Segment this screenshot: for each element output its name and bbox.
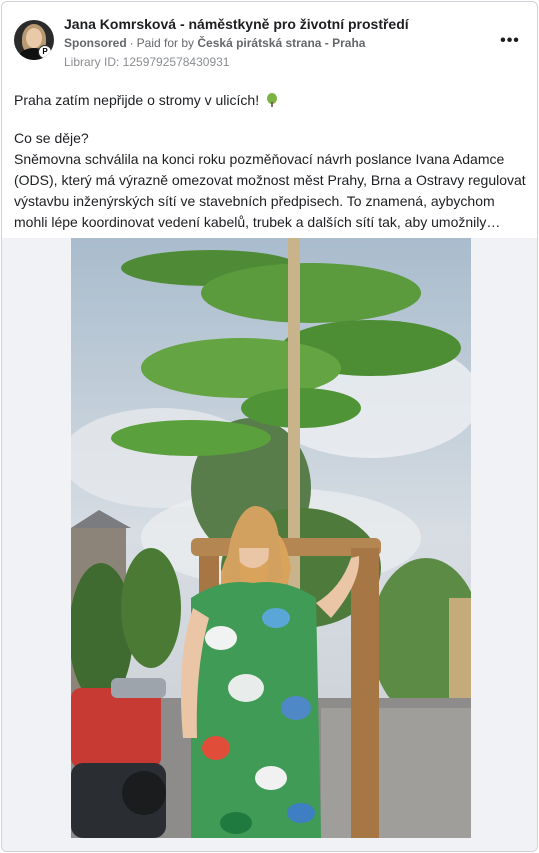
meta-separator: · xyxy=(129,36,134,50)
post-headline: Praha zatím nepřijde o stromy v ulicích! xyxy=(14,92,260,108)
sponsored-label[interactable]: Sponsored xyxy=(64,36,127,50)
post-paragraph: Sněmovna schválila na konci roku pozměňo… xyxy=(14,151,526,230)
paid-for-by-link[interactable]: Česká pirátská strana - Praha xyxy=(197,36,365,50)
post-text: Praha zatím nepřijde o stromy v ulicích!… xyxy=(14,90,528,233)
author-name[interactable]: Jana Komrsková - náměstkyně pro životní … xyxy=(64,16,409,32)
media-container xyxy=(2,238,537,851)
sponsored-meta: Sponsored · Paid for by Česká pirátská str… xyxy=(64,36,365,50)
pirate-party-badge-icon: P xyxy=(38,45,52,59)
post-header: P Jana Komrsková - náměstkyně pro životn… xyxy=(2,2,537,82)
avatar-face xyxy=(26,28,42,48)
ad-post-card: P Jana Komrsková - náměstkyně pro životn… xyxy=(1,1,538,852)
tree-icon xyxy=(267,93,277,107)
paid-for-prefix: Paid for by xyxy=(136,36,195,50)
avatar[interactable]: P xyxy=(14,20,54,60)
library-id: Library ID: 1259792578430931 xyxy=(64,55,230,69)
photo-illustration xyxy=(71,238,471,838)
more-options-icon[interactable]: ••• xyxy=(497,28,523,54)
post-question: Co se děje? xyxy=(14,130,89,146)
woman-beside-young-tree-photo[interactable] xyxy=(71,238,471,838)
